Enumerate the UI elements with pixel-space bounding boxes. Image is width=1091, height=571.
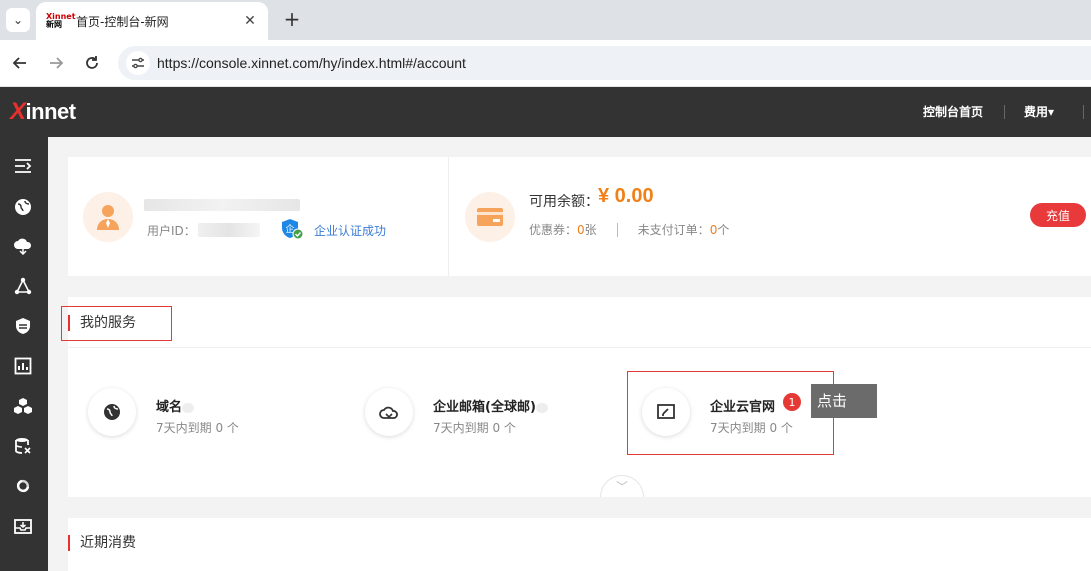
balance-value: ¥ 0.00 — [598, 185, 654, 207]
reload-button[interactable] — [81, 52, 103, 74]
service-name: 企业云官网 — [710, 400, 776, 415]
unpaid-label: 未支付订单： — [637, 223, 710, 237]
unpaid-count[interactable]: 0 — [710, 223, 718, 237]
arrow-left-icon — [12, 57, 26, 69]
service-name: 域名 — [156, 396, 195, 415]
arrow-right-icon — [50, 57, 64, 69]
expand-services-button[interactable]: ﹀ — [600, 475, 644, 497]
section-title: 近期消费 — [68, 535, 136, 551]
my-services-card: 我的服务 域名 7天内到期 0 个 企业邮箱(全球邮) 7天内到期 0 个 企业… — [68, 297, 1091, 497]
network-icon[interactable] — [12, 275, 34, 297]
monitor-chart-icon[interactable] — [12, 355, 34, 377]
service-expiry: 7天内到期 0 个 — [433, 421, 516, 435]
recharge-button[interactable]: 充值 — [1030, 203, 1086, 227]
enterprise-verified-link[interactable]: 企业认证成功 — [314, 222, 386, 239]
browser-toolbar: https://console.xinnet.com/hy/index.html… — [0, 40, 1091, 87]
header-divider — [1004, 105, 1005, 119]
browser-tab-bar: ⌄ Xinnet 新网 首页-控制台-新网 ✕ + — [0, 0, 1091, 40]
service-expiry: 7天内到期 0 个 — [710, 421, 793, 435]
divider — [68, 347, 1091, 348]
site-info-icon[interactable] — [126, 51, 150, 75]
reload-icon — [86, 56, 98, 69]
coupon-label: 优惠券： — [529, 223, 578, 237]
close-icon[interactable]: ✕ — [242, 13, 258, 29]
website-edit-icon — [642, 388, 690, 436]
userid-redacted — [198, 223, 260, 237]
new-tab-button[interactable]: + — [280, 7, 304, 31]
recent-consumption-card: 近期消费 — [68, 518, 1091, 571]
sidebar — [0, 137, 48, 571]
balance-label: 可用余额： — [529, 194, 599, 210]
header-divider — [1083, 105, 1084, 119]
chevron-down-icon: ﹀ — [615, 480, 628, 494]
coupon-line: 优惠券： 0 张 未支付订单： 0 个 — [529, 221, 729, 238]
enterprise-verified-icon: 企 — [280, 218, 304, 240]
wallet-card-icon — [477, 208, 503, 226]
shield-icon[interactable] — [12, 315, 34, 337]
wallet-avatar — [465, 192, 515, 242]
back-button[interactable] — [9, 52, 31, 74]
browser-tab[interactable]: Xinnet 新网 首页-控制台-新网 ✕ — [36, 2, 268, 40]
database-icon[interactable] — [12, 435, 34, 457]
annotation-step-badge: 1 — [782, 392, 802, 412]
userid-label: 用户ID： — [147, 224, 196, 238]
globe-icon — [88, 388, 136, 436]
inbox-icon[interactable] — [12, 515, 34, 537]
favicon-icon: Xinnet 新网 — [46, 12, 76, 29]
coupon-count[interactable]: 0 — [577, 223, 585, 237]
cloud-mail-icon — [365, 388, 413, 436]
link-icon[interactable] — [12, 475, 34, 497]
url-text: https://console.xinnet.com/hy/index.html… — [157, 55, 466, 71]
collapse-menu-icon[interactable] — [12, 155, 34, 177]
username-redacted — [144, 199, 300, 211]
app-header: Xinnet 控制台首页 费用▾ — [0, 87, 1091, 137]
cloud-upload-icon[interactable] — [12, 235, 34, 257]
section-title: 我的服务 — [68, 315, 136, 331]
nav-console-home[interactable]: 控制台首页 — [923, 103, 983, 120]
nav-fee-menu[interactable]: 费用▾ — [1024, 103, 1054, 120]
service-name: 企业邮箱(全球邮) — [433, 396, 548, 415]
divider — [616, 222, 618, 237]
avatar — [83, 192, 133, 242]
chevron-down-icon: ⌄ — [12, 13, 24, 27]
xinnet-logo[interactable]: Xinnet — [10, 98, 76, 126]
tab-title: 首页-控制台-新网 — [76, 14, 169, 29]
forward-button[interactable] — [45, 52, 67, 74]
annotation-label: 点击 — [811, 384, 877, 418]
service-expiry: 7天内到期 0 个 — [156, 421, 239, 435]
card-divider — [448, 157, 449, 276]
user-icon — [97, 205, 119, 230]
address-bar[interactable]: https://console.xinnet.com/hy/index.html… — [118, 46, 1091, 80]
unpaid-unit: 个 — [717, 223, 730, 237]
coupon-unit: 张 — [584, 223, 597, 237]
account-summary-card: 用户ID： 企 企业认证成功 可用余额： ¥ 0.00 优惠券： 0 张 未支付… — [68, 157, 1091, 276]
globe-icon[interactable] — [12, 196, 34, 218]
cubes-icon[interactable] — [12, 395, 34, 417]
tab-search-button[interactable]: ⌄ — [6, 8, 30, 32]
